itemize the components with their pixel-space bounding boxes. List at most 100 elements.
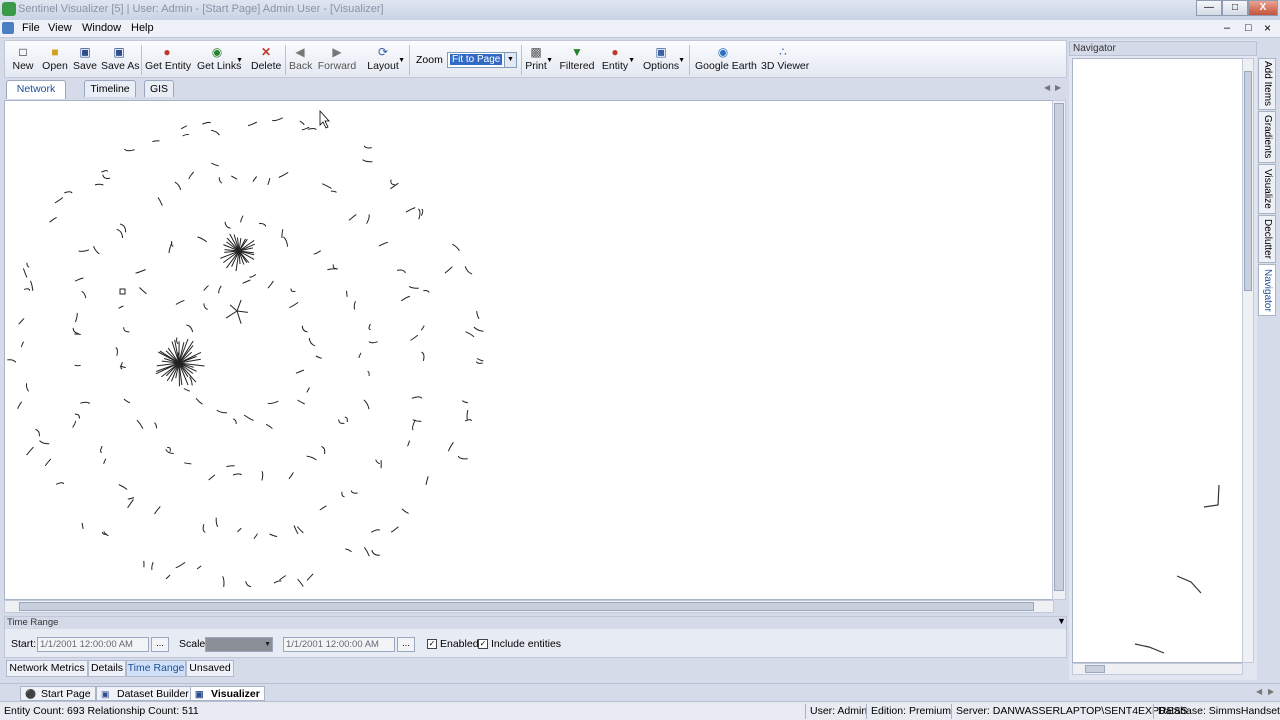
network-edge-pair[interactable] [408, 285, 419, 289]
network-edge-pair[interactable] [457, 455, 468, 460]
minimize-button[interactable]: — [1196, 0, 1222, 16]
scroll-thumb[interactable] [1244, 71, 1252, 291]
network-edge-pair[interactable] [346, 290, 348, 297]
menu-window[interactable]: Window [82, 22, 121, 34]
network-edge-pair[interactable] [375, 459, 380, 465]
open-button[interactable]: ■ Open [39, 43, 71, 77]
network-edge-pair[interactable] [30, 280, 34, 291]
network-edge-pair[interactable] [338, 419, 345, 424]
network-edge-pair[interactable] [272, 117, 283, 122]
network-edge-pair[interactable] [157, 197, 163, 206]
network-hub-a[interactable] [220, 233, 255, 272]
network-edge-pair[interactable] [152, 140, 160, 143]
network-edge-pair[interactable] [242, 279, 251, 284]
tab-declutter[interactable]: Declutter [1258, 215, 1276, 263]
network-edge-pair[interactable] [247, 121, 258, 126]
network-edge-pair[interactable] [249, 274, 257, 278]
network-edge-pair[interactable] [476, 311, 480, 320]
tab-scroll-right-icon[interactable]: ▶ [1268, 687, 1274, 696]
get-entity-button[interactable]: ● Get Entity [145, 43, 191, 77]
filtered-button[interactable]: ▼ Filtered [559, 43, 595, 77]
network-edge-pair[interactable] [22, 268, 28, 278]
network-edge-pair[interactable] [315, 355, 322, 359]
network-edge-pair[interactable] [341, 491, 345, 498]
network-edge-pair[interactable] [363, 145, 372, 149]
network-edge-pair[interactable] [81, 290, 87, 299]
network-edge-pair[interactable] [332, 264, 338, 270]
network-edge-pair[interactable] [281, 229, 284, 239]
network-edge-pair[interactable] [367, 370, 370, 377]
navigator-view[interactable] [1072, 58, 1243, 663]
doc-tab-dataset-builder[interactable]: ▣ Dataset Builder [96, 686, 194, 701]
network-edge-pair[interactable] [278, 171, 289, 178]
network-edge-pair[interactable] [136, 419, 144, 429]
network-edge-pair[interactable] [127, 499, 134, 509]
network-edge-pair[interactable] [74, 413, 80, 419]
network-edge-pair[interactable] [306, 573, 314, 581]
network-edge-pair[interactable] [123, 327, 130, 333]
tab-network[interactable]: Network [6, 80, 66, 99]
app-icon[interactable] [2, 2, 16, 16]
network-edge-pair[interactable] [26, 446, 34, 456]
scale-select[interactable]: ▼ [205, 637, 273, 652]
network-edge-pair[interactable] [120, 361, 123, 370]
network-edge-pair[interactable] [118, 484, 128, 490]
network-edge-pair[interactable] [203, 303, 208, 310]
get-links-button[interactable]: ◉ Get Links ▼ [197, 43, 243, 77]
network-edge-pair[interactable] [7, 359, 17, 363]
layout-button[interactable]: ⟳ Layout ▼ [367, 43, 405, 77]
network-edge-pair[interactable] [186, 324, 194, 333]
network-edge-pair[interactable] [103, 531, 109, 537]
delete-button[interactable]: ✕ Delete [251, 43, 281, 77]
network-edge-pair[interactable] [176, 337, 179, 345]
network-node[interactable] [119, 288, 126, 295]
network-edge-pair[interactable] [175, 299, 185, 305]
tab-navigator[interactable]: Navigator [1258, 264, 1276, 316]
network-edge-pair[interactable] [368, 323, 371, 331]
network-edge-pair[interactable] [296, 526, 304, 534]
network-edge-pair[interactable] [215, 517, 219, 528]
network-edge-pair[interactable] [182, 133, 190, 137]
network-edge-pair[interactable] [267, 400, 279, 405]
network-edge-pair[interactable] [74, 277, 84, 282]
network-edge-pair[interactable] [174, 181, 182, 191]
navigator-horizontal-scrollbar[interactable] [1072, 663, 1243, 675]
scroll-thumb[interactable] [1085, 665, 1105, 673]
network-edge-pair[interactable] [401, 508, 409, 514]
network-edge-pair[interactable] [444, 266, 453, 274]
network-edge-pair[interactable] [102, 174, 111, 179]
network-edge-pair[interactable] [72, 327, 79, 334]
network-edge-pair[interactable] [184, 462, 192, 465]
network-edge-pair[interactable] [26, 262, 30, 268]
pin-icon[interactable]: ▼ [1057, 616, 1066, 626]
network-edge-pair[interactable] [273, 580, 282, 584]
network-edge-pair[interactable] [345, 548, 352, 553]
network-edge-pair[interactable] [476, 358, 484, 362]
network-edge-pair[interactable] [118, 305, 124, 309]
network-edge-pair[interactable] [295, 369, 305, 374]
network-edge-pair[interactable] [54, 197, 64, 204]
mdi-minimize-button[interactable]: – [1224, 22, 1230, 34]
network-edge-pair[interactable] [366, 214, 370, 224]
network-edge-pair[interactable] [231, 175, 238, 180]
network-edge-pair[interactable] [218, 285, 222, 294]
zoom-select[interactable]: Fit to Page ▼ [447, 52, 517, 68]
back-button[interactable]: ◀ Back [289, 43, 312, 77]
network-edge-pair[interactable] [353, 300, 356, 310]
end-picker-button[interactable]: ... [397, 637, 415, 652]
network-edge-pair[interactable] [253, 533, 258, 540]
network-edge-pair[interactable] [243, 414, 254, 422]
doc-tab-start-page[interactable]: ⚫ Start Page [20, 686, 96, 701]
canvas-horizontal-scrollbar[interactable] [4, 600, 1054, 613]
network-edge-pair[interactable] [203, 284, 209, 291]
start-date-input[interactable]: 1/1/2001 12:00:00 AM [37, 637, 149, 652]
network-edge-pair[interactable] [344, 416, 348, 423]
network-edge-pair[interactable] [348, 214, 357, 221]
network-edge-pair[interactable] [363, 399, 370, 410]
network-edge-pair[interactable] [211, 129, 220, 136]
network-edge-pair[interactable] [368, 341, 378, 344]
mdi-doc-icon[interactable] [2, 22, 14, 34]
include-entities-checkbox[interactable]: ✓ [478, 639, 488, 649]
network-edge-pair[interactable] [222, 576, 225, 587]
network-edge-pair[interactable] [370, 529, 381, 533]
